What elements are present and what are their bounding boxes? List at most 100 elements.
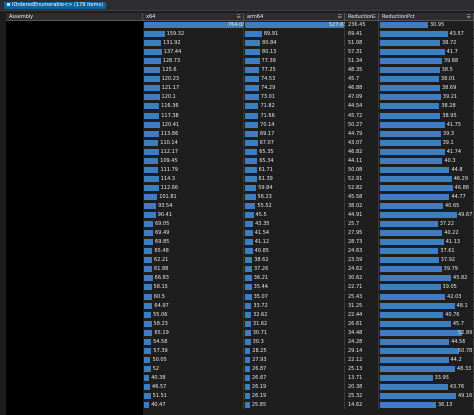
- table-row[interactable]: 54.58 30.3 24.28 44.56: [0, 337, 474, 346]
- cell-reduction[interactable]: 52.91: [345, 174, 379, 183]
- cell-reduction[interactable]: 25.13: [345, 364, 379, 373]
- table-row[interactable]: 125.6 77.25 48.35 38.5: [0, 66, 474, 75]
- table-row[interactable]: 120.1 73.01 47.09 39.21: [0, 93, 474, 102]
- cell-reduction[interactable]: 45.72: [345, 111, 379, 120]
- table-row[interactable]: 69.85 41.12 28.73 41.13: [0, 238, 474, 247]
- cell-reduction[interactable]: 38.02: [345, 202, 379, 210]
- cell-reduction[interactable]: 47.09: [345, 93, 379, 102]
- cell-x64[interactable]: 125.6: [143, 66, 244, 75]
- cell-arm64[interactable]: 70.14: [244, 120, 345, 129]
- cell-reduction[interactable]: 24.63: [345, 247, 379, 256]
- cell-reduction[interactable]: 44.91: [345, 211, 379, 220]
- cell-arm64[interactable]: 27.93: [244, 355, 345, 364]
- table-row[interactable]: 65.48 40.85 24.63 37.61: [0, 247, 474, 256]
- cell-x64[interactable]: 69.05: [143, 220, 244, 229]
- cell-reduction[interactable]: 43.07: [345, 138, 379, 147]
- cell-x64[interactable]: 93.54: [143, 202, 244, 210]
- cell-reduction-pct[interactable]: 44.56: [379, 337, 474, 346]
- cell-reduction[interactable]: 20.38: [345, 383, 379, 391]
- table-row[interactable]: 65.19 30.71 34.48 52.89: [0, 328, 474, 337]
- cell-x64[interactable]: 52: [143, 364, 244, 373]
- cell-x64[interactable]: 64.97: [143, 301, 244, 310]
- filter-icon[interactable]: ☰: [372, 13, 376, 20]
- cell-reduction-pct[interactable]: 52.89: [379, 328, 474, 337]
- cell-x64[interactable]: 54.58: [143, 337, 244, 346]
- table-row[interactable]: 66.83 36.21 30.62 45.82: [0, 274, 474, 283]
- cell-x64[interactable]: 90.41: [143, 211, 244, 220]
- cell-reduction-pct[interactable]: 48.1: [379, 301, 474, 310]
- cell-reduction-pct[interactable]: 33.95: [379, 373, 474, 382]
- cell-reduction-pct[interactable]: 38.72: [379, 39, 474, 48]
- cell-x64[interactable]: 112.17: [143, 147, 244, 156]
- cell-x64[interactable]: 111.79: [143, 165, 244, 174]
- cell-reduction[interactable]: 46.82: [345, 147, 379, 156]
- cell-arm64[interactable]: 26.19: [244, 383, 345, 391]
- cell-reduction-pct[interactable]: 43.76: [379, 383, 474, 391]
- column-header-reduction-pct[interactable]: ReductionPct ☰: [379, 13, 474, 21]
- cell-x64[interactable]: 112.66: [143, 183, 244, 192]
- cell-reduction-pct[interactable]: 38.5: [379, 66, 474, 75]
- cell-reduction[interactable]: 13.71: [345, 373, 379, 382]
- cell-arm64[interactable]: 35.07: [244, 292, 345, 301]
- cell-x64[interactable]: 159.32: [143, 30, 244, 39]
- cell-reduction[interactable]: 24.62: [345, 265, 379, 274]
- cell-reduction-pct[interactable]: 41.13: [379, 238, 474, 247]
- cell-reduction-pct[interactable]: 38.69: [379, 84, 474, 93]
- table-row[interactable]: 58.23 31.62 26.61 45.7: [0, 319, 474, 328]
- cell-x64[interactable]: 50.05: [143, 355, 244, 364]
- cell-reduction-pct[interactable]: 44.77: [379, 192, 474, 201]
- cell-reduction-pct[interactable]: 39.05: [379, 283, 474, 292]
- cell-arm64[interactable]: 77.25: [244, 66, 345, 75]
- cell-reduction-pct[interactable]: 42.03: [379, 292, 474, 301]
- cell-x64[interactable]: 113.86: [143, 129, 244, 138]
- cell-x64[interactable]: 117.38: [143, 111, 244, 120]
- table-row[interactable]: 93.54 55.52 38.02 40.65: [0, 202, 474, 210]
- cell-reduction[interactable]: 28.73: [345, 238, 379, 247]
- table-row[interactable]: 101.81 56.23 45.58 44.77: [0, 192, 474, 201]
- cell-arm64[interactable]: 45.5: [244, 211, 345, 220]
- cell-arm64[interactable]: 30.3: [244, 337, 345, 346]
- cell-arm64[interactable]: 80.13: [244, 48, 345, 57]
- cell-reduction[interactable]: 25.32: [345, 392, 379, 401]
- cell-x64[interactable]: 40.47: [143, 401, 244, 410]
- cell-x64[interactable]: 40.38: [143, 373, 244, 382]
- table-row[interactable]: 114.3 61.39 52.91 46.29: [0, 174, 474, 183]
- cell-arm64[interactable]: 61.39: [244, 174, 345, 183]
- cell-x64[interactable]: 120.41: [143, 120, 244, 129]
- table-row[interactable]: 64.97 33.72 31.25 48.1: [0, 301, 474, 310]
- cell-reduction[interactable]: 25.43: [345, 292, 379, 301]
- cell-arm64[interactable]: 30.71: [244, 328, 345, 337]
- cell-arm64[interactable]: 36.21: [244, 274, 345, 283]
- table-row[interactable]: 60.5 35.07 25.43 42.03: [0, 292, 474, 301]
- table-row[interactable]: 113.86 69.17 44.79 39.3: [0, 129, 474, 138]
- cell-reduction[interactable]: 51.08: [345, 39, 379, 48]
- cell-reduction-pct[interactable]: 39.1: [379, 138, 474, 147]
- cell-reduction[interactable]: 50.27: [345, 120, 379, 129]
- cell-reduction-pct[interactable]: 44.2: [379, 355, 474, 364]
- cell-reduction[interactable]: 44.79: [345, 129, 379, 138]
- cell-reduction-pct[interactable]: 49.16: [379, 392, 474, 401]
- cell-arm64[interactable]: 80.84: [244, 39, 345, 48]
- cell-arm64[interactable]: 28.25: [244, 346, 345, 355]
- table-row[interactable]: 131.92 80.84 51.08 38.72: [0, 39, 474, 48]
- cell-x64[interactable]: 101.81: [143, 192, 244, 201]
- table-row[interactable]: 109.45 65.34 44.11 40.3: [0, 156, 474, 165]
- cell-x64[interactable]: 60.5: [143, 292, 244, 301]
- cell-reduction[interactable]: 30.62: [345, 274, 379, 283]
- cell-reduction-pct[interactable]: 40.76: [379, 310, 474, 319]
- cell-reduction[interactable]: 22.44: [345, 310, 379, 319]
- cell-reduction[interactable]: 26.61: [345, 319, 379, 328]
- cell-reduction[interactable]: 46.88: [345, 84, 379, 93]
- table-row[interactable]: 111.79 61.71 50.08 44.8: [0, 165, 474, 174]
- cell-x64[interactable]: 55.06: [143, 310, 244, 319]
- cell-x64[interactable]: 120.23: [143, 75, 244, 84]
- cell-x64[interactable]: 137.44: [143, 48, 244, 57]
- cell-x64[interactable]: 109.45: [143, 156, 244, 165]
- table-row[interactable]: 58.15 35.44 22.71 39.05: [0, 283, 474, 292]
- cell-x64[interactable]: 116.36: [143, 102, 244, 111]
- cell-reduction-pct[interactable]: 43.57: [379, 30, 474, 39]
- cell-reduction[interactable]: 27.95: [345, 229, 379, 238]
- cell-x64[interactable]: 114.3: [143, 174, 244, 183]
- table-row[interactable]: 110.14 67.07 43.07 39.1: [0, 138, 474, 147]
- cell-reduction[interactable]: 14.62: [345, 401, 379, 410]
